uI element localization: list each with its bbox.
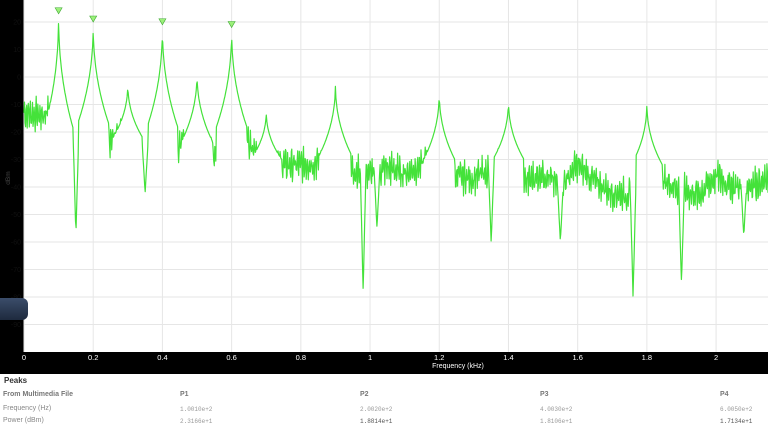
y-tick-label: 20	[13, 20, 21, 27]
x-tick-label: 1.2	[434, 353, 444, 362]
power-p4: 1.7134e+1	[720, 418, 753, 425]
x-tick-label: 1	[368, 353, 372, 362]
power-p1: 2.3166e+1	[180, 418, 213, 425]
source-label: From Multimedia File	[3, 391, 74, 398]
col-p2: P2	[360, 391, 369, 398]
frequency-label: Frequency (Hz)	[3, 405, 52, 412]
y-tick-label: -30	[11, 157, 21, 164]
x-axis-label: Frequency (kHz)	[432, 363, 484, 370]
spectrum-plot[interactable]: 20100-10-20-30-40-50-60-70-80-90 00.20.4…	[0, 0, 768, 374]
y-tick-label: -90	[11, 322, 21, 329]
peaks-title: Peaks	[4, 376, 28, 385]
freq-p3: 4.0030e+2	[540, 406, 573, 413]
x-tick-label: 1.8	[642, 353, 652, 362]
y-tick-label: 0	[17, 75, 21, 82]
y-tick-label: -50	[11, 212, 21, 219]
y-tick-label: -70	[11, 267, 21, 274]
y-tick-label: -20	[11, 130, 21, 137]
x-tick-label: 0.6	[226, 353, 236, 362]
x-tick-label: 1.4	[503, 353, 513, 362]
col-p3: P3	[540, 391, 549, 398]
power-label: Power (dBm)	[3, 417, 44, 424]
peaks-panel: Peaks From Multimedia File P1 P2 P3 P4 F…	[0, 374, 768, 431]
x-tick-label: 0.8	[296, 353, 306, 362]
cursor-handle[interactable]	[0, 298, 28, 320]
y-axis-label: dBm	[5, 171, 12, 184]
freq-p1: 1.0010e+2	[180, 406, 213, 413]
col-p4: P4	[720, 391, 729, 398]
x-tick-label: 0.2	[88, 353, 98, 362]
power-p2: 1.8814e+1	[360, 418, 393, 425]
y-tick-label: -10	[11, 102, 21, 109]
x-tick-label: 2	[714, 353, 718, 362]
freq-p4: 6.0050e+2	[720, 406, 753, 413]
power-row: Power (dBm) 2.3166e+1 1.8814e+1 1.8106e+…	[0, 417, 768, 429]
power-p3: 1.8106e+1	[540, 418, 573, 425]
frequency-row: Frequency (Hz) 1.0010e+2 2.0020e+2 4.003…	[0, 405, 768, 417]
x-tick-label: 0	[22, 353, 26, 362]
freq-p2: 2.0020e+2	[360, 406, 393, 413]
peaks-header-row: From Multimedia File P1 P2 P3 P4	[0, 391, 768, 403]
y-tick-label: -60	[11, 240, 21, 247]
x-tick-label: 0.4	[157, 353, 167, 362]
x-tick-label: 1.6	[572, 353, 582, 362]
y-tick-label: 10	[13, 47, 21, 54]
col-p1: P1	[180, 391, 189, 398]
y-tick-label: -40	[11, 185, 21, 192]
spectrum-chart: 20100-10-20-30-40-50-60-70-80-90 00.20.4…	[5, 0, 768, 370]
